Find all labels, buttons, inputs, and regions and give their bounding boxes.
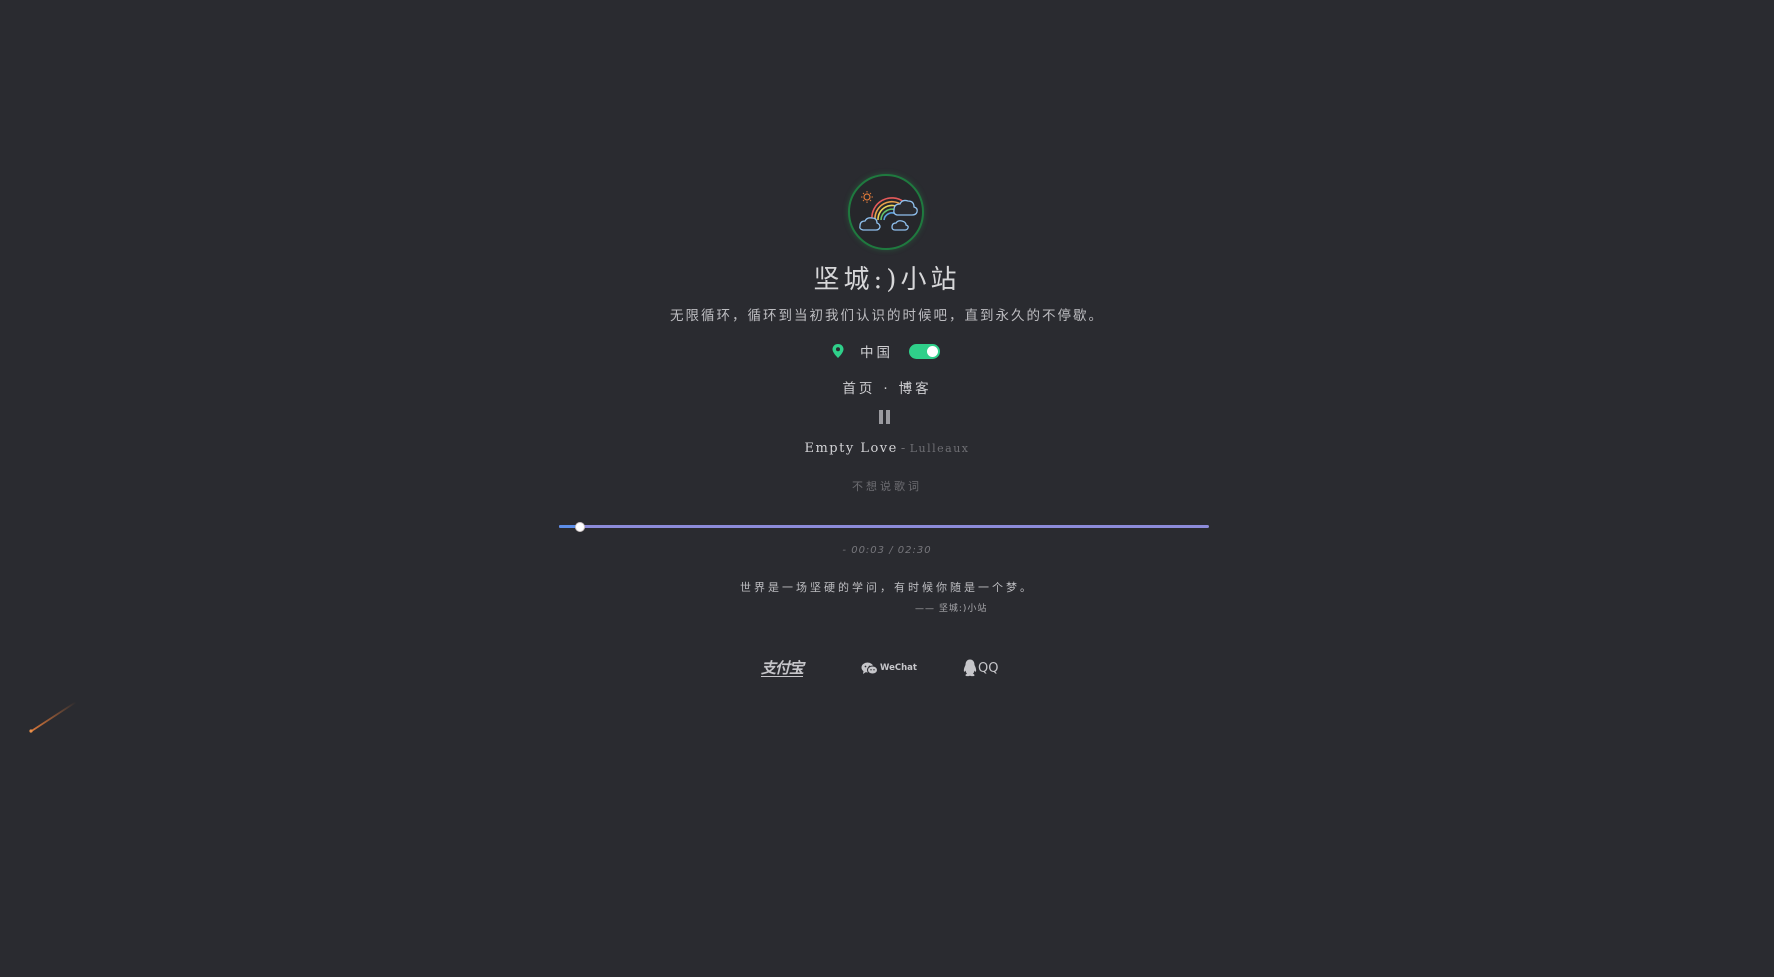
site-title: 坚城:)小站 <box>813 265 961 295</box>
theme-toggle[interactable] <box>909 343 940 359</box>
qq-label: QQ <box>978 660 999 676</box>
nav-blog-link[interactable]: 博客 <box>899 381 932 397</box>
play-time: - 00:03 / 02:30 <box>842 545 932 556</box>
quote-text: 世界是一场坚硬的学问，有时候你随是一个梦。 <box>740 581 1034 594</box>
site-subtitle: 无限循环，循环到当初我们认识的时候吧，直到永久的不停歇。 <box>670 308 1104 324</box>
song-artist: Lulleaux <box>909 442 970 455</box>
wechat-button[interactable]: WeChat <box>861 656 917 680</box>
song-name: Empty Love <box>804 441 898 456</box>
progress-knob[interactable] <box>574 522 585 532</box>
alipay-button[interactable]: 支付宝 <box>761 656 804 680</box>
lyric-line: 不想说歌词 <box>852 480 922 493</box>
nav-links: 首页 · 博客 <box>0 377 1774 397</box>
qq-penguin-icon <box>963 659 977 677</box>
alipay-logo: 支付宝 <box>761 658 804 677</box>
location-row: 中国 <box>832 340 940 362</box>
rainbow-clouds-icon <box>859 191 918 231</box>
song-separator: - <box>900 441 907 456</box>
wechat-icon <box>861 662 878 674</box>
page: 坚城:)小站 无限循环，循环到当初我们认识的时候吧，直到永久的不停歇。 中国 首… <box>0 0 1774 977</box>
nav-home-link[interactable]: 首页 <box>842 381 875 397</box>
progress-bar[interactable] <box>559 522 1209 532</box>
quote-author: —— 坚城:)小站 <box>915 604 988 614</box>
meteor-icon <box>29 701 77 733</box>
location-label: 中国 <box>860 345 893 361</box>
wechat-label: WeChat <box>880 663 917 673</box>
nav-separator: · <box>883 381 891 397</box>
map-pin-icon <box>832 344 844 358</box>
pause-button[interactable] <box>879 410 891 424</box>
song-info: Empty Love - Lulleaux <box>0 441 1774 456</box>
qq-button[interactable]: QQ <box>963 656 998 680</box>
pause-icon-bar <box>886 410 890 424</box>
pause-icon <box>879 410 883 424</box>
avatar <box>848 174 924 250</box>
